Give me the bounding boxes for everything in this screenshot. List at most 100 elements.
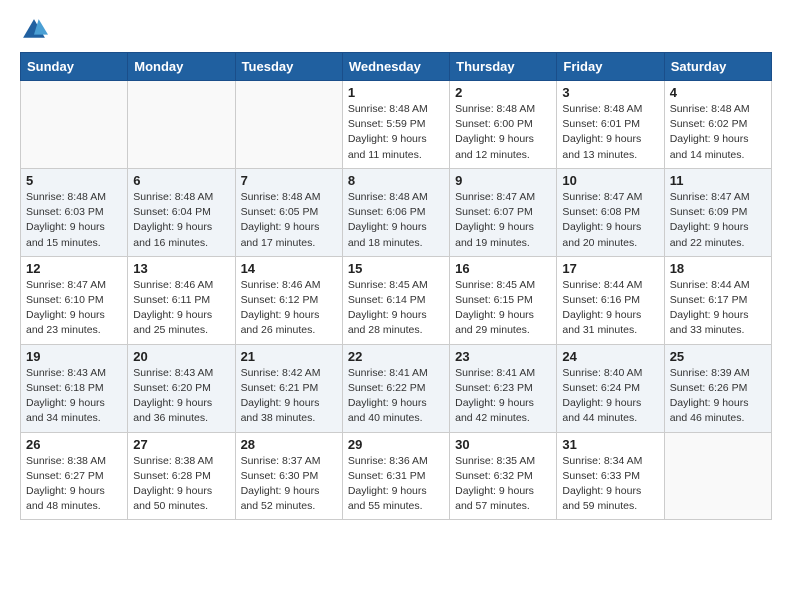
day-number: 21 <box>241 349 337 364</box>
day-cell: 7Sunrise: 8:48 AMSunset: 6:05 PMDaylight… <box>235 168 342 256</box>
day-cell: 30 Sunrise: 8:35 AMSunset: 6:32 PMDayligh… <box>450 432 557 520</box>
weekday-header-tuesday: Tuesday <box>235 53 342 81</box>
day-cell: 12 Sunrise: 8:47 AMSunset: 6:10 PMDayligh… <box>21 256 128 344</box>
day-number: 17 <box>562 261 658 276</box>
day-info: Sunrise: 8:48 AMSunset: 6:00 PMDaylight:… <box>455 102 551 163</box>
day-cell: 9 Sunrise: 8:47 AMSunset: 6:07 PMDaylight… <box>450 168 557 256</box>
day-cell: 2 Sunrise: 8:48 AMSunset: 6:00 PMDaylight… <box>450 81 557 169</box>
weekday-header-thursday: Thursday <box>450 53 557 81</box>
day-info: Sunrise: 8:47 AMSunset: 6:10 PMDaylight:… <box>26 278 122 339</box>
week-row-2: 5Sunrise: 8:48 AMSunset: 6:03 PMDaylight… <box>21 168 772 256</box>
day-number: 24 <box>562 349 658 364</box>
calendar: SundayMondayTuesdayWednesdayThursdayFrid… <box>20 52 772 520</box>
weekday-header-monday: Monday <box>128 53 235 81</box>
day-cell: 5Sunrise: 8:48 AMSunset: 6:03 PMDaylight… <box>21 168 128 256</box>
day-number: 8 <box>348 173 444 188</box>
logo-icon <box>20 16 48 44</box>
day-number: 19 <box>26 349 122 364</box>
day-info: Sunrise: 8:36 AMSunset: 6:31 PMDaylight:… <box>348 454 444 515</box>
day-info: Sunrise: 8:48 AMSunset: 6:02 PMDaylight:… <box>670 102 766 163</box>
day-cell: 26 Sunrise: 8:38 AMSunset: 6:27 PMDayligh… <box>21 432 128 520</box>
day-number: 25 <box>670 349 766 364</box>
day-info: Sunrise: 8:41 AMSunset: 6:23 PMDaylight:… <box>455 366 551 427</box>
day-number: 30 <box>455 437 551 452</box>
day-cell: 19 Sunrise: 8:43 AMSunset: 6:18 PMDayligh… <box>21 344 128 432</box>
day-number: 26 <box>26 437 122 452</box>
day-cell: 20Sunrise: 8:43 AMSunset: 6:20 PMDayligh… <box>128 344 235 432</box>
weekday-header-sunday: Sunday <box>21 53 128 81</box>
day-number: 15 <box>348 261 444 276</box>
day-info: Sunrise: 8:43 AMSunset: 6:20 PMDaylight:… <box>133 366 229 427</box>
day-cell: 23Sunrise: 8:41 AMSunset: 6:23 PMDayligh… <box>450 344 557 432</box>
day-info: Sunrise: 8:44 AMSunset: 6:16 PMDaylight:… <box>562 278 658 339</box>
day-info: Sunrise: 8:47 AMSunset: 6:07 PMDaylight:… <box>455 190 551 251</box>
day-number: 9 <box>455 173 551 188</box>
day-cell: 1 Sunrise: 8:48 AMSunset: 5:59 PMDaylight… <box>342 81 449 169</box>
day-cell: 14 Sunrise: 8:46 AMSunset: 6:12 PMDayligh… <box>235 256 342 344</box>
day-info: Sunrise: 8:44 AMSunset: 6:17 PMDaylight:… <box>670 278 766 339</box>
day-number: 12 <box>26 261 122 276</box>
week-row-3: 12 Sunrise: 8:47 AMSunset: 6:10 PMDayligh… <box>21 256 772 344</box>
day-info: Sunrise: 8:48 AMSunset: 6:01 PMDaylight:… <box>562 102 658 163</box>
day-cell: 15 Sunrise: 8:45 AMSunset: 6:14 PMDayligh… <box>342 256 449 344</box>
weekday-header-wednesday: Wednesday <box>342 53 449 81</box>
day-info: Sunrise: 8:38 AMSunset: 6:27 PMDaylight:… <box>26 454 122 515</box>
day-cell: 13 Sunrise: 8:46 AMSunset: 6:11 PMDayligh… <box>128 256 235 344</box>
day-number: 13 <box>133 261 229 276</box>
day-info: Sunrise: 8:37 AMSunset: 6:30 PMDaylight:… <box>241 454 337 515</box>
day-number: 14 <box>241 261 337 276</box>
day-number: 18 <box>670 261 766 276</box>
day-info: Sunrise: 8:43 AMSunset: 6:18 PMDaylight:… <box>26 366 122 427</box>
weekday-header-saturday: Saturday <box>664 53 771 81</box>
day-number: 4 <box>670 85 766 100</box>
day-cell: 17 Sunrise: 8:44 AMSunset: 6:16 PMDayligh… <box>557 256 664 344</box>
day-cell: 3 Sunrise: 8:48 AMSunset: 6:01 PMDaylight… <box>557 81 664 169</box>
day-info: Sunrise: 8:35 AMSunset: 6:32 PMDaylight:… <box>455 454 551 515</box>
day-number: 11 <box>670 173 766 188</box>
day-number: 1 <box>348 85 444 100</box>
day-info: Sunrise: 8:48 AMSunset: 6:06 PMDaylight:… <box>348 190 444 251</box>
day-info: Sunrise: 8:45 AMSunset: 6:14 PMDaylight:… <box>348 278 444 339</box>
day-cell: 27 Sunrise: 8:38 AMSunset: 6:28 PMDayligh… <box>128 432 235 520</box>
day-cell: 11Sunrise: 8:47 AMSunset: 6:09 PMDayligh… <box>664 168 771 256</box>
day-cell <box>235 81 342 169</box>
day-number: 31 <box>562 437 658 452</box>
day-number: 6 <box>133 173 229 188</box>
header <box>20 16 772 44</box>
day-cell: 18 Sunrise: 8:44 AMSunset: 6:17 PMDayligh… <box>664 256 771 344</box>
day-number: 2 <box>455 85 551 100</box>
day-info: Sunrise: 8:46 AMSunset: 6:12 PMDaylight:… <box>241 278 337 339</box>
day-cell: 21 Sunrise: 8:42 AMSunset: 6:21 PMDayligh… <box>235 344 342 432</box>
day-info: Sunrise: 8:47 AMSunset: 6:08 PMDaylight:… <box>562 190 658 251</box>
day-number: 27 <box>133 437 229 452</box>
day-cell: 22 Sunrise: 8:41 AMSunset: 6:22 PMDayligh… <box>342 344 449 432</box>
day-cell: 8 Sunrise: 8:48 AMSunset: 6:06 PMDaylight… <box>342 168 449 256</box>
day-cell <box>128 81 235 169</box>
day-info: Sunrise: 8:48 AMSunset: 5:59 PMDaylight:… <box>348 102 444 163</box>
day-info: Sunrise: 8:38 AMSunset: 6:28 PMDaylight:… <box>133 454 229 515</box>
day-info: Sunrise: 8:45 AMSunset: 6:15 PMDaylight:… <box>455 278 551 339</box>
day-cell: 24 Sunrise: 8:40 AMSunset: 6:24 PMDayligh… <box>557 344 664 432</box>
day-info: Sunrise: 8:41 AMSunset: 6:22 PMDaylight:… <box>348 366 444 427</box>
weekday-header-row: SundayMondayTuesdayWednesdayThursdayFrid… <box>21 53 772 81</box>
day-info: Sunrise: 8:48 AMSunset: 6:05 PMDaylight:… <box>241 190 337 251</box>
day-info: Sunrise: 8:48 AMSunset: 6:03 PMDaylight:… <box>26 190 122 251</box>
day-info: Sunrise: 8:40 AMSunset: 6:24 PMDaylight:… <box>562 366 658 427</box>
day-cell: 4 Sunrise: 8:48 AMSunset: 6:02 PMDaylight… <box>664 81 771 169</box>
week-row-1: 1 Sunrise: 8:48 AMSunset: 5:59 PMDaylight… <box>21 81 772 169</box>
page: SundayMondayTuesdayWednesdayThursdayFrid… <box>0 0 792 540</box>
day-number: 10 <box>562 173 658 188</box>
day-number: 22 <box>348 349 444 364</box>
day-cell: 6 Sunrise: 8:48 AMSunset: 6:04 PMDaylight… <box>128 168 235 256</box>
day-info: Sunrise: 8:34 AMSunset: 6:33 PMDaylight:… <box>562 454 658 515</box>
day-cell: 28 Sunrise: 8:37 AMSunset: 6:30 PMDayligh… <box>235 432 342 520</box>
day-number: 28 <box>241 437 337 452</box>
day-number: 3 <box>562 85 658 100</box>
day-number: 29 <box>348 437 444 452</box>
day-info: Sunrise: 8:42 AMSunset: 6:21 PMDaylight:… <box>241 366 337 427</box>
day-cell <box>664 432 771 520</box>
day-info: Sunrise: 8:48 AMSunset: 6:04 PMDaylight:… <box>133 190 229 251</box>
day-info: Sunrise: 8:46 AMSunset: 6:11 PMDaylight:… <box>133 278 229 339</box>
week-row-5: 26 Sunrise: 8:38 AMSunset: 6:27 PMDayligh… <box>21 432 772 520</box>
day-cell <box>21 81 128 169</box>
